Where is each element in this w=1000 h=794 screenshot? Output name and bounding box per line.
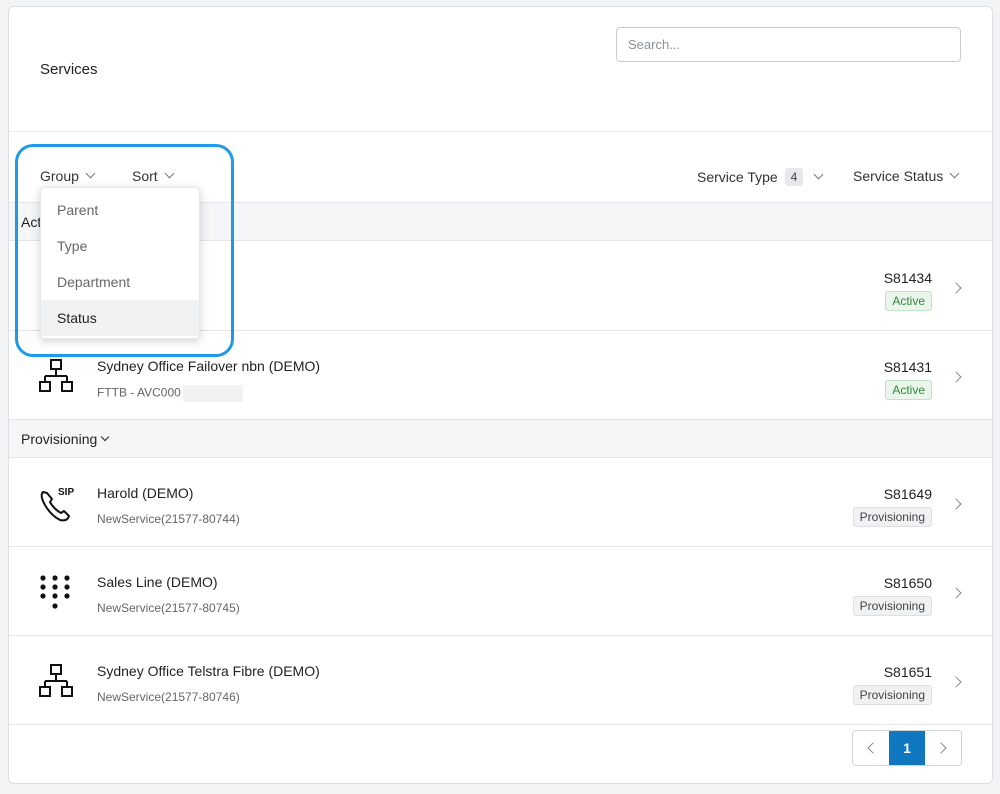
service-name: Sydney Office Telstra Fibre (DEMO) <box>97 663 320 679</box>
service-name: Sales Line (DEMO) <box>97 574 218 590</box>
chevron-down-icon <box>813 169 824 180</box>
service-row[interactable]: Sales Line (DEMO) NewService(21577-80745… <box>9 547 992 636</box>
group-button[interactable]: Group <box>40 168 96 184</box>
menu-item-department[interactable]: Department <box>41 264 199 300</box>
network-icon <box>37 357 77 397</box>
chevron-right-icon <box>950 676 962 688</box>
next-page-button[interactable] <box>925 731 961 765</box>
chevron-down-icon <box>101 432 110 441</box>
chevron-right-icon <box>950 371 962 383</box>
dialpad-icon <box>37 573 77 613</box>
page-title: Services <box>40 61 98 78</box>
menu-item-status[interactable]: Status <box>41 300 199 336</box>
pagination: 1 <box>852 730 962 766</box>
menu-item-parent[interactable]: Parent <box>41 192 199 228</box>
group-header-label: Provisioning <box>21 430 98 447</box>
service-row[interactable]: SIP Harold (DEMO) NewService(21577-80744… <box>9 458 992 547</box>
page-1-button[interactable]: 1 <box>889 731 925 765</box>
service-type-count-badge: 4 <box>784 168 804 186</box>
svg-text:SIP: SIP <box>58 487 74 498</box>
service-name: Sydney Office Failover nbn (DEMO) <box>97 358 321 374</box>
service-id: S81431 <box>883 359 932 375</box>
chevron-right-icon <box>950 587 962 599</box>
service-status-label: Service Status <box>853 168 944 184</box>
chevron-left-icon <box>867 742 879 754</box>
service-row[interactable]: Sydney Office Telstra Fibre (DEMO) NewSe… <box>9 636 992 725</box>
status-badge: Provisioning <box>852 685 932 705</box>
service-id: S81651 <box>883 664 932 680</box>
service-status-filter[interactable]: Service Status <box>853 168 960 184</box>
group-label: Group <box>40 168 79 184</box>
service-type-filter[interactable]: Service Type 4 <box>697 168 824 186</box>
service-row[interactable]: Sydney Office Failover nbn (DEMO) FTTB -… <box>9 331 992 420</box>
service-subtitle: NewService(21577-80746) <box>97 690 240 704</box>
chevron-down-icon <box>164 168 175 179</box>
chevron-right-icon <box>950 498 962 510</box>
prev-page-button[interactable] <box>853 731 889 765</box>
chevron-right-icon <box>950 282 962 294</box>
service-type-label: Service Type <box>697 169 778 185</box>
service-id: S81650 <box>883 575 932 591</box>
services-card: Services Group Sort Service Type 4 Servi… <box>8 6 993 784</box>
chevron-down-icon <box>85 168 96 179</box>
status-badge: Active <box>885 380 932 400</box>
chevron-right-icon <box>935 742 947 754</box>
network-icon <box>37 662 77 702</box>
service-subtitle-text: FTTB - AVC000 <box>97 385 181 400</box>
group-header-provisioning[interactable]: Provisioning <box>9 420 992 458</box>
service-id: S81649 <box>883 486 932 502</box>
service-name: Harold (DEMO) <box>97 485 194 501</box>
service-subtitle: FTTB - AVC000 <box>97 385 243 402</box>
status-badge: Active <box>885 291 932 311</box>
sort-label: Sort <box>132 168 158 184</box>
chevron-down-icon <box>949 168 960 179</box>
sort-button[interactable]: Sort <box>132 168 175 184</box>
status-badge: Provisioning <box>852 596 932 616</box>
service-subtitle: NewService(21577-80745) <box>97 601 240 615</box>
redacted-block <box>182 385 243 402</box>
menu-item-type[interactable]: Type <box>41 228 199 264</box>
status-badge: Provisioning <box>852 507 932 527</box>
sip-phone-icon: SIP <box>37 484 77 524</box>
group-dropdown-menu: Parent Type Department Status <box>40 187 200 339</box>
service-id: S81434 <box>883 270 932 286</box>
service-subtitle: NewService(21577-80744) <box>97 512 240 526</box>
search-input[interactable] <box>616 27 961 62</box>
